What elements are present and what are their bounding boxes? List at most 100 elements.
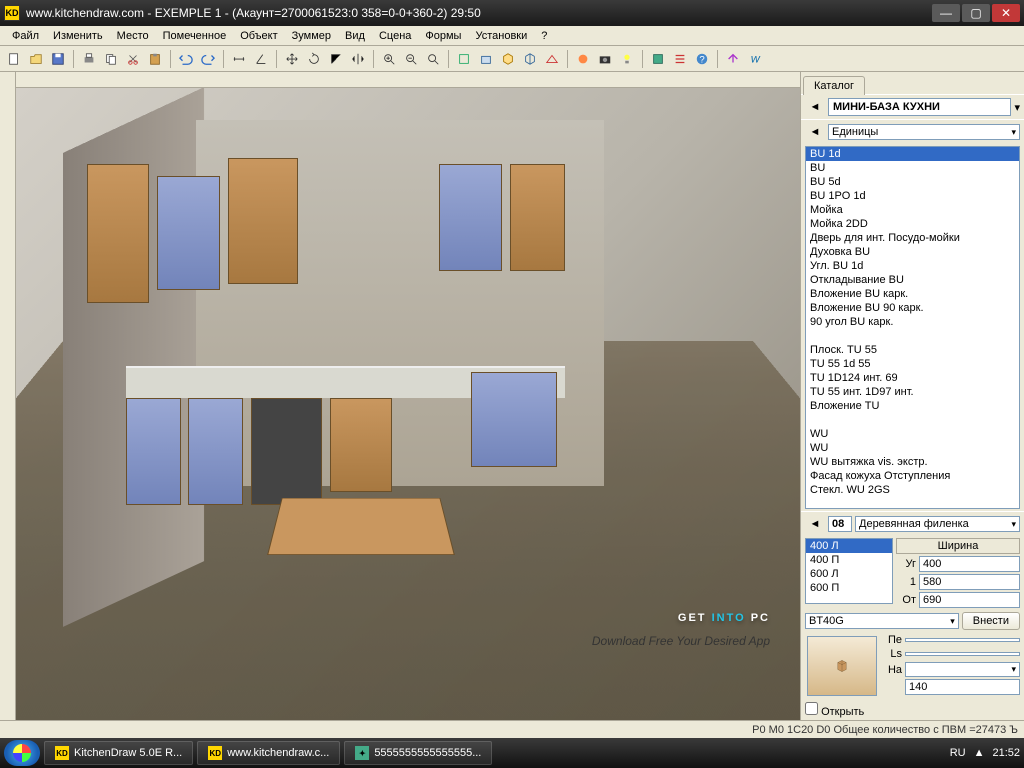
menu-?[interactable]: ? — [535, 28, 553, 44]
zoom-out-icon[interactable] — [401, 49, 421, 69]
camera-icon[interactable] — [595, 49, 615, 69]
mirror-icon[interactable] — [348, 49, 368, 69]
list-item[interactable]: WU вытяжка vis. экстр. — [806, 455, 1019, 469]
list-item[interactable]: Угл. BU 1d — [806, 259, 1019, 273]
paste-icon[interactable] — [145, 49, 165, 69]
ls-input[interactable] — [905, 652, 1020, 656]
size-item[interactable]: 400 Л — [806, 539, 892, 553]
units-prev-icon[interactable]: ◄ — [805, 122, 825, 142]
list-item[interactable]: BU 5d — [806, 175, 1019, 189]
catalog-item-list[interactable]: BU 1dBUBU 5dBU 1PO 1dМойкаМойка 2DDДверь… — [805, 146, 1020, 509]
list-item[interactable]: TU 55 инт. 1D97 инт. — [806, 385, 1019, 399]
light-icon[interactable] — [617, 49, 637, 69]
list-item[interactable]: BU 1PO 1d — [806, 189, 1019, 203]
list-item[interactable]: Откладывание BU — [806, 273, 1019, 287]
list-item[interactable]: Стекл. WU 2GS — [806, 483, 1019, 497]
taskbar-item[interactable]: KDKitchenDraw 5.0E R... — [44, 741, 193, 765]
taskbar-item[interactable]: ✦5555555555555555... — [344, 741, 492, 765]
size-list[interactable]: 400 Л400 П600 Л600 П — [805, 538, 893, 604]
print-icon[interactable] — [79, 49, 99, 69]
zoom-in-icon[interactable] — [379, 49, 399, 69]
render-icon[interactable] — [573, 49, 593, 69]
menu-Помеченное[interactable]: Помеченное — [157, 28, 233, 44]
na-input[interactable] — [905, 662, 1020, 677]
copy-icon[interactable] — [101, 49, 121, 69]
save-icon[interactable] — [48, 49, 68, 69]
help-icon[interactable]: ? — [692, 49, 712, 69]
size-item[interactable]: 400 П — [806, 553, 892, 567]
pe-input[interactable] — [905, 638, 1020, 642]
menu-Вид[interactable]: Вид — [339, 28, 371, 44]
move-icon[interactable] — [282, 49, 302, 69]
rotate-icon[interactable] — [304, 49, 324, 69]
view-iso-icon[interactable] — [520, 49, 540, 69]
list-item[interactable]: Плоск. TU 55 — [806, 343, 1019, 357]
list-item[interactable]: TU 1D124 инт. 69 — [806, 371, 1019, 385]
maximize-button[interactable]: ▢ — [962, 4, 990, 22]
list-item[interactable]: Мойка 2DD — [806, 217, 1019, 231]
ot-input[interactable]: 690 — [919, 592, 1020, 608]
list-icon[interactable] — [670, 49, 690, 69]
list-item[interactable]: Вложение BU карк. — [806, 287, 1019, 301]
menu-Изменить[interactable]: Изменить — [47, 28, 109, 44]
tab-catalog[interactable]: Каталог — [803, 76, 865, 95]
export-icon[interactable] — [723, 49, 743, 69]
na-value-input[interactable]: 140 — [905, 679, 1020, 695]
scale-icon[interactable] — [326, 49, 346, 69]
3d-viewport[interactable]: GET INTO PC Download Free Your Desired A… — [16, 88, 800, 720]
open-icon[interactable] — [26, 49, 46, 69]
view-front-icon[interactable] — [476, 49, 496, 69]
list-item[interactable] — [806, 413, 1019, 427]
clock[interactable]: 21:52 — [992, 747, 1020, 759]
list-item[interactable]: Духовка BU — [806, 245, 1019, 259]
lang-indicator[interactable]: RU — [950, 747, 966, 759]
list-item[interactable]: WU — [806, 427, 1019, 441]
list-item[interactable]: Мойка — [806, 203, 1019, 217]
redo-icon[interactable] — [198, 49, 218, 69]
chevron-down-icon[interactable]: ▾ — [1014, 101, 1020, 114]
system-tray[interactable]: RU ▲ 21:52 — [950, 747, 1020, 759]
menu-Формы[interactable]: Формы — [419, 28, 467, 44]
list-item[interactable]: TU 55 1d 55 — [806, 357, 1019, 371]
one-input[interactable]: 580 — [919, 574, 1020, 590]
undo-icon[interactable] — [176, 49, 196, 69]
web-icon[interactable]: W — [745, 49, 765, 69]
menu-Сцена[interactable]: Сцена — [373, 28, 417, 44]
catalog-prev-icon[interactable]: ◄ — [805, 97, 825, 117]
menu-Объект[interactable]: Объект — [234, 28, 283, 44]
size-item[interactable]: 600 Л — [806, 567, 892, 581]
close-button[interactable]: ✕ — [992, 4, 1020, 22]
catalog-icon[interactable] — [648, 49, 668, 69]
list-item[interactable]: BU 1d — [806, 147, 1019, 161]
menu-Место[interactable]: Место — [111, 28, 155, 44]
style-prev-icon[interactable]: ◄ — [805, 514, 825, 534]
minimize-button[interactable]: — — [932, 4, 960, 22]
units-selector[interactable]: Единицы — [828, 124, 1020, 140]
list-item[interactable]: Вложение TU — [806, 399, 1019, 413]
ug-input[interactable]: 400 — [919, 556, 1020, 572]
open-checkbox[interactable]: Открыть — [805, 706, 864, 718]
menu-Зуммер[interactable]: Зуммер — [286, 28, 337, 44]
view-top-icon[interactable] — [454, 49, 474, 69]
angle-icon[interactable] — [251, 49, 271, 69]
list-item[interactable]: Фасад кожуха Отступления — [806, 469, 1019, 483]
list-item[interactable]: Вложение BU 90 карк. — [806, 301, 1019, 315]
menu-Установки[interactable]: Установки — [469, 28, 533, 44]
list-item[interactable]: BU — [806, 161, 1019, 175]
tray-icon[interactable]: ▲ — [974, 747, 985, 759]
cut-icon[interactable] — [123, 49, 143, 69]
start-button[interactable] — [4, 740, 40, 766]
model-selector[interactable]: BT40G — [805, 613, 959, 629]
size-item[interactable]: 600 П — [806, 581, 892, 595]
list-item[interactable]: WU — [806, 441, 1019, 455]
new-icon[interactable] — [4, 49, 24, 69]
database-selector[interactable]: МИНИ-БАЗА КУХНИ — [828, 98, 1011, 116]
zoom-fit-icon[interactable] — [423, 49, 443, 69]
taskbar-item[interactable]: KDwww.kitchendraw.c... — [197, 741, 340, 765]
view-3d-icon[interactable] — [498, 49, 518, 69]
view-wireframe-icon[interactable] — [542, 49, 562, 69]
list-item[interactable] — [806, 329, 1019, 343]
list-item[interactable]: 90 угол BU карк. — [806, 315, 1019, 329]
menu-Файл[interactable]: Файл — [6, 28, 45, 44]
dimension-icon[interactable] — [229, 49, 249, 69]
